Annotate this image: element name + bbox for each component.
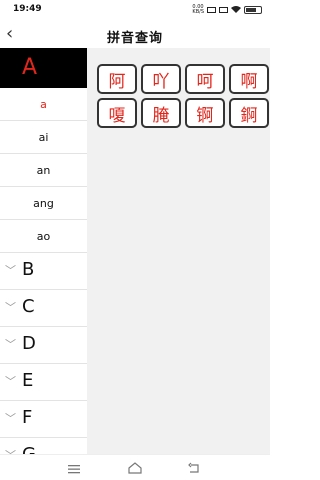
character-cell[interactable]: 锕 [185, 98, 225, 128]
character-cell[interactable]: 吖 [141, 64, 181, 94]
letter-label: D [22, 333, 36, 354]
chevron-down-icon: ﹀ [5, 338, 16, 351]
syllable-item-ang[interactable]: ang [0, 187, 87, 220]
character-panel: 阿 吖 呵 啊 嗄 腌 锕 錒 [87, 48, 270, 454]
letter-section-a[interactable]: A [0, 48, 87, 88]
character-cell[interactable]: 錒 [229, 98, 269, 128]
battery-icon [244, 6, 262, 14]
page-title: 拼音查询 [106, 31, 163, 46]
character-cell[interactable]: 呵 [185, 64, 225, 94]
app-header: ‹ 拼音查询 [0, 22, 270, 48]
chevron-down-icon: ﹀ [5, 412, 16, 425]
letter-label: G [22, 444, 36, 454]
wifi-icon [231, 5, 241, 15]
letter-label: B [22, 259, 35, 280]
letter-label: E [22, 370, 34, 391]
letter-section-c[interactable]: ﹀ C [0, 290, 87, 327]
back-nav-icon[interactable] [187, 460, 203, 474]
letter-section-b[interactable]: ﹀ B [0, 253, 87, 290]
status-time: 19:49 [13, 4, 42, 14]
chevron-down-icon: ﹀ [5, 447, 16, 454]
system-nav-bar [0, 454, 270, 480]
status-bar: 19:49 0.00 KB/S [0, 0, 270, 22]
status-icons: 0.00 KB/S [192, 5, 262, 15]
letter-section-d[interactable]: ﹀ D [0, 327, 87, 364]
letter-label: C [22, 296, 35, 317]
signal-icon [207, 7, 216, 13]
signal-icon-2 [219, 7, 228, 13]
character-cell[interactable]: 阿 [97, 64, 137, 94]
letter-section-g[interactable]: ﹀ G [0, 438, 87, 454]
chevron-down-icon: ﹀ [5, 264, 16, 277]
menu-icon[interactable] [67, 460, 83, 474]
pinyin-sidebar: A a ai an ang ao ﹀ B ﹀ C ﹀ D ﹀ E ﹀ F ﹀ G [0, 48, 87, 454]
home-icon[interactable] [127, 460, 143, 474]
letter-section-e[interactable]: ﹀ E [0, 364, 87, 401]
letter-section-f[interactable]: ﹀ F [0, 401, 87, 438]
letter-label: F [22, 407, 33, 428]
syllable-item-an[interactable]: an [0, 154, 87, 187]
syllable-item-a[interactable]: a [0, 88, 87, 121]
character-cell[interactable]: 啊 [229, 64, 269, 94]
character-grid: 阿 吖 呵 啊 嗄 腌 锕 錒 [97, 64, 269, 128]
character-cell[interactable]: 嗄 [97, 98, 137, 128]
chevron-down-icon: ﹀ [5, 375, 16, 388]
syllable-item-ai[interactable]: ai [0, 121, 87, 154]
chevron-down-icon: ﹀ [5, 301, 16, 314]
syllable-item-ao[interactable]: ao [0, 220, 87, 253]
character-cell[interactable]: 腌 [141, 98, 181, 128]
net-speed: 0.00 KB/S [192, 4, 204, 15]
